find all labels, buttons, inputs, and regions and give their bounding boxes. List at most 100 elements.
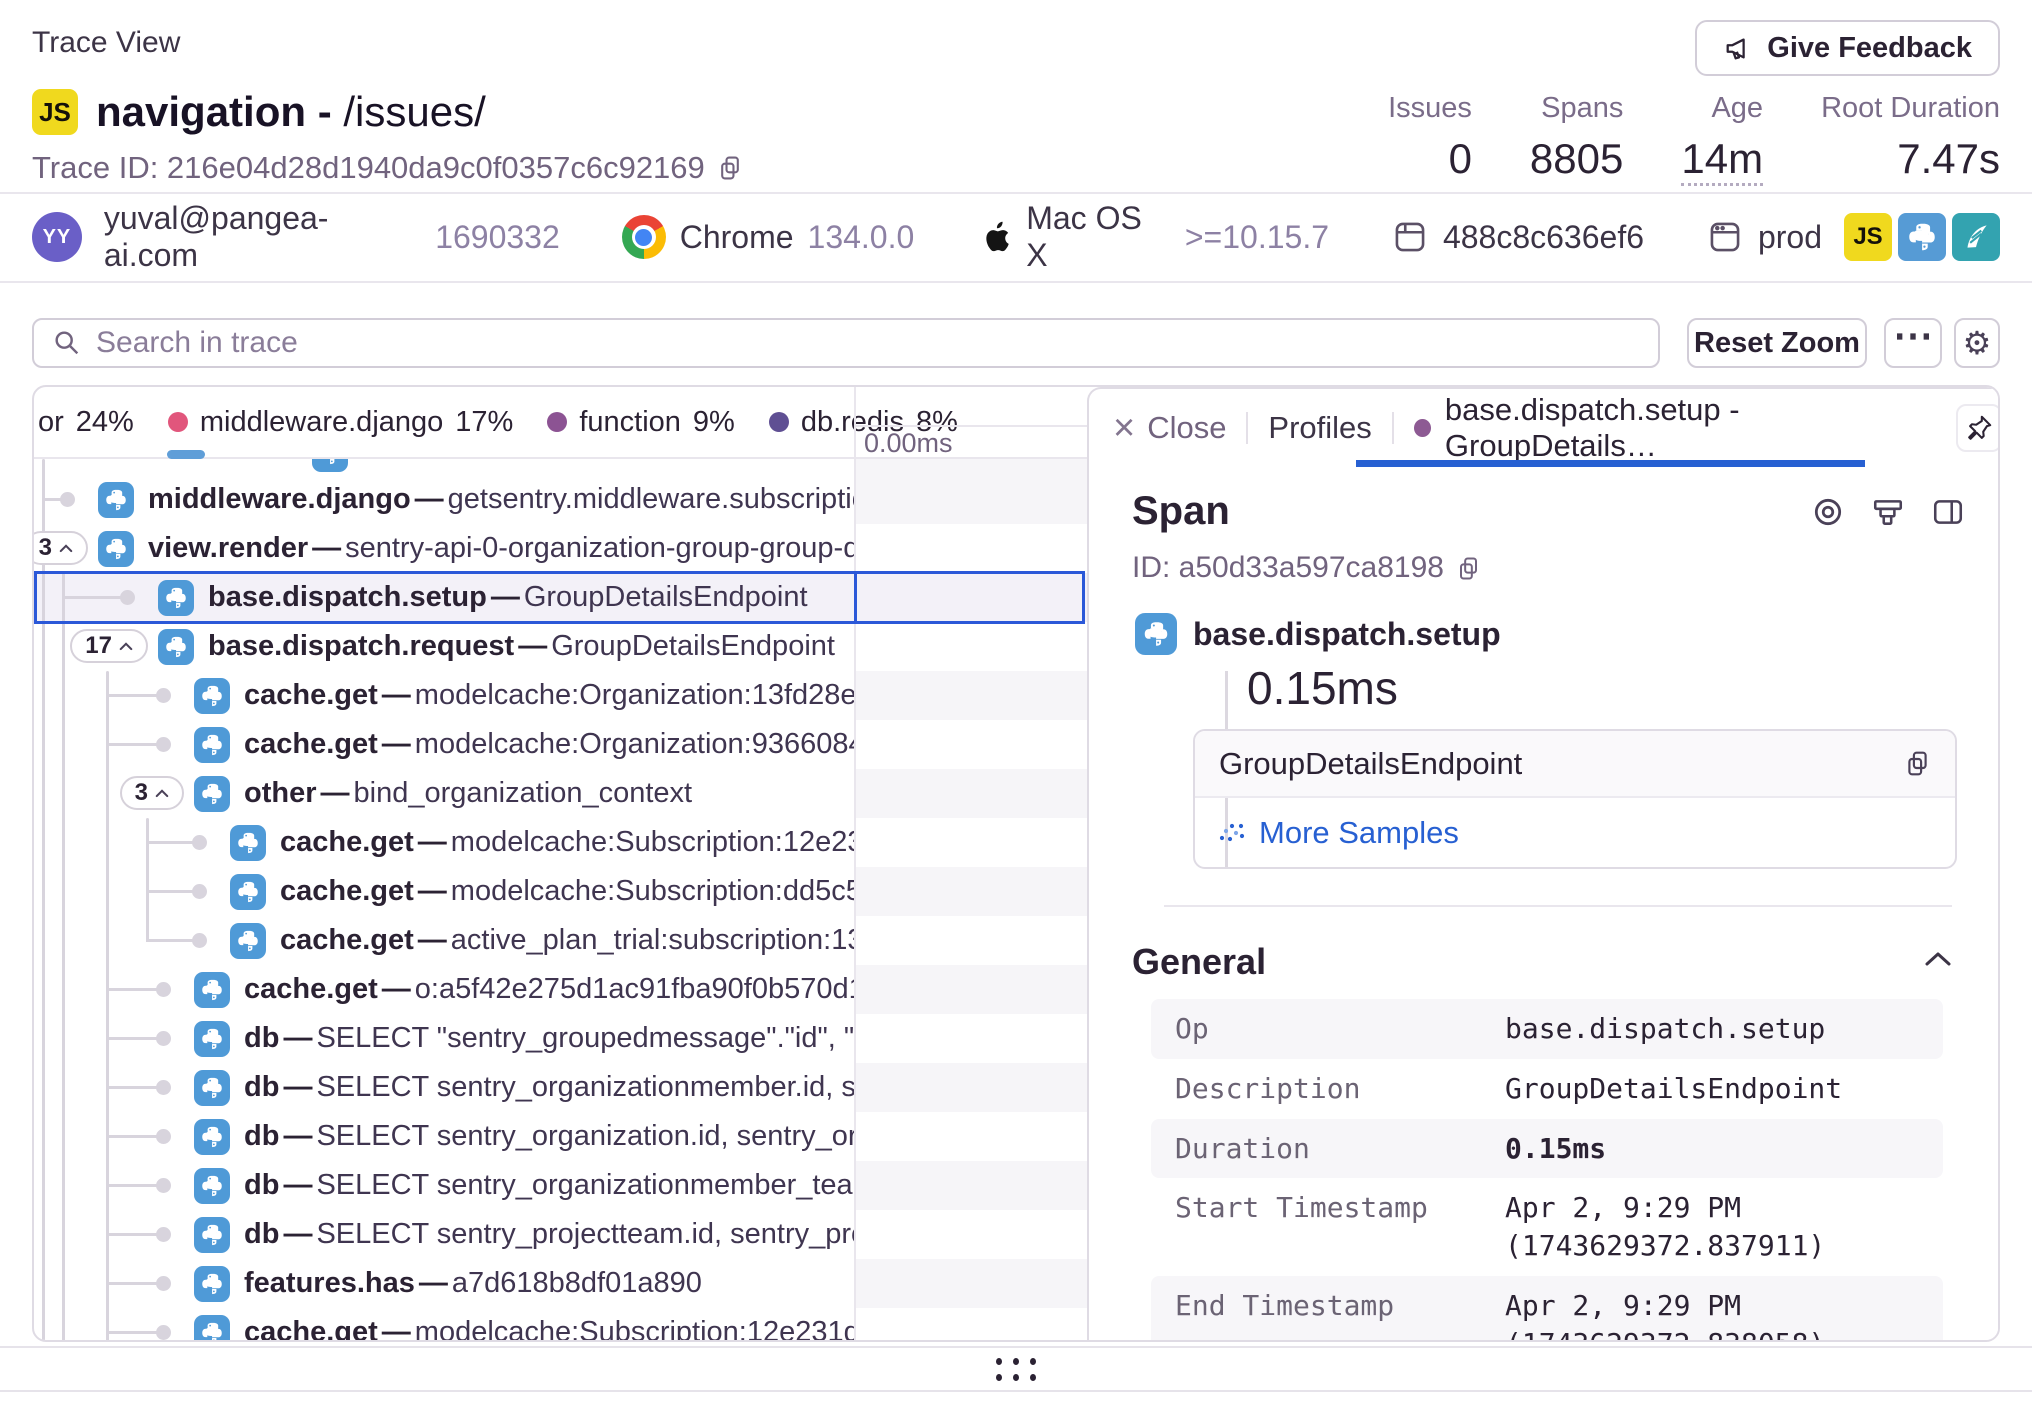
stat-value[interactable]: 14m: [1681, 135, 1763, 186]
separator: —: [419, 1267, 448, 1299]
tree-row[interactable]: cache.get—modelcache:Subscription:12e231…: [230, 818, 854, 867]
tree-row[interactable]: cache.get—modelcache:Organization:936608…: [194, 720, 854, 769]
legend-label: or: [38, 406, 64, 439]
copy-icon[interactable]: [1904, 749, 1931, 778]
tab-separator: [1246, 412, 1248, 444]
tree-row[interactable]: view.render—sentry-api-0-organization-gr…: [98, 524, 854, 573]
span-description: modelcache:Subscription:dd5c5b70: [451, 875, 854, 907]
span-op: db: [244, 1071, 279, 1103]
platform-icons: JS: [1844, 213, 2000, 261]
tree-row[interactable]: db—SELECT sentry_organizationmember.id, …: [194, 1063, 854, 1112]
expand-collapse-badge[interactable]: 3: [120, 776, 184, 810]
settings-button[interactable]: ⚙: [1954, 318, 2000, 368]
python-icon: [194, 678, 230, 714]
pin-tab-button[interactable]: [1956, 404, 2000, 452]
span-op: db: [244, 1022, 279, 1054]
tree-row[interactable]: cache.get—modelcache:Organization:13fd28…: [194, 671, 854, 720]
divider: [0, 192, 2032, 194]
legend-dot-icon: [547, 412, 567, 432]
trace-meta-row: YY yuval@pangea-ai.com 1690332 Chrome 13…: [32, 206, 2000, 268]
span-section-title: Span: [1132, 489, 1230, 534]
tree-row[interactable]: cache.get—modelcache:Subscription:12e231…: [194, 1308, 854, 1342]
tree-connector-dot: [192, 933, 207, 948]
user-email: yuval@pangea-ai.com 1690332: [104, 200, 560, 274]
give-feedback-button[interactable]: Give Feedback: [1695, 20, 2000, 76]
expand-collapse-badge[interactable]: 3: [34, 531, 88, 565]
python-icon: [230, 923, 266, 959]
tab-profiles[interactable]: Profiles: [1268, 410, 1371, 446]
time-axis-tick: 0.00ms: [864, 428, 953, 459]
span-op: db: [244, 1169, 279, 1201]
drawer-resize-bar[interactable]: [0, 1346, 2032, 1392]
tree-row[interactable]: cache.get—modelcache:Subscription:dd5c5b…: [230, 867, 854, 916]
general-value: Apr 2, 9:29 PM(1743629372.837911): [1505, 1189, 1825, 1265]
split-panel-icon[interactable]: [1931, 495, 1965, 529]
chevron-up-icon: [119, 641, 133, 651]
legend-item[interactable]: function9%: [547, 406, 735, 439]
span-description: modelcache:Organization:13fd28e9286d: [415, 679, 854, 711]
tree-row[interactable]: other—bind_organization_context: [194, 769, 854, 818]
stat-value: 8805: [1530, 135, 1623, 183]
separator: —: [418, 875, 447, 907]
reset-zoom-button[interactable]: Reset Zoom: [1687, 318, 1867, 368]
expand-collapse-badge[interactable]: 17: [70, 629, 148, 663]
close-drawer-button[interactable]: × Close: [1113, 409, 1226, 447]
badge-count: 3: [39, 534, 52, 562]
waterfall-row: [856, 1308, 1087, 1342]
span-description: modelcache:Organization:93660846b75: [415, 728, 854, 760]
copy-icon[interactable]: [717, 154, 743, 182]
legend-item[interactable]: or 24%: [38, 406, 134, 439]
horizontal-scrollbar-thumb[interactable]: [167, 450, 205, 459]
separator: —: [283, 1071, 312, 1103]
general-table: Opbase.dispatch.setupDescriptionGroupDet…: [1151, 999, 1943, 1342]
span-op: cache.get: [244, 973, 378, 1005]
tree-row[interactable]: base.dispatch.setup—GroupDetailsEndpoint: [158, 573, 854, 622]
tree-row[interactable]: db—SELECT "sentry_groupedmessage"."id", …: [194, 1014, 854, 1063]
tree-row[interactable]: db—SELECT sentry_organizationmember_team…: [194, 1161, 854, 1210]
tree-row[interactable]: base.dispatch.request—GroupDetailsEndpoi…: [158, 622, 854, 671]
close-icon: ×: [1113, 409, 1135, 447]
tree-row[interactable]: db—SELECT sentry_projectteam.id, sentry_…: [194, 1210, 854, 1259]
focus-target-icon[interactable]: [1811, 495, 1845, 529]
general-key: End Timestamp: [1175, 1287, 1505, 1322]
tree-connector-dot: [156, 1080, 171, 1095]
sample-card: GroupDetailsEndpoint More Samples: [1193, 729, 1957, 869]
python-icon: [194, 1021, 230, 1057]
span-op: cache.get: [280, 875, 414, 907]
tree-row[interactable]: cache.get—o:a5f42e275d1ac91fba90f0b570d1…: [194, 965, 854, 1014]
span-description: SELECT sentry_projectteam.id, sentry_pro…: [316, 1218, 854, 1250]
tree-row-label: db—SELECT sentry_organizationmember_team…: [244, 1169, 854, 1202]
span-description: bind_organization_context: [354, 777, 693, 809]
span-description: SELECT sentry_organization.id, sentry_or…: [316, 1120, 854, 1152]
collapse-section-button[interactable]: [1925, 951, 1951, 967]
flamegraph-icon[interactable]: [1871, 495, 1905, 529]
separator: —: [491, 581, 520, 613]
section-divider: [1164, 905, 1952, 907]
legend-pct: 24%: [76, 406, 134, 439]
span-op: cache.get: [244, 728, 378, 760]
javascript-platform-icon: JS: [32, 89, 78, 135]
more-samples-link[interactable]: More Samples: [1259, 815, 1459, 851]
overflow-menu-button[interactable]: ⋯: [1884, 318, 1942, 368]
tree-row[interactable]: db—SELECT sentry_organization.id, sentry…: [194, 1112, 854, 1161]
tree-row-label: middleware.django—getsentry.middleware.s…: [148, 483, 854, 516]
tree-row[interactable]: features.has—a7d618b8df01a890: [194, 1259, 854, 1308]
python-icon: [194, 1168, 230, 1204]
tree-row[interactable]: cache.get—active_plan_trial:subscription…: [230, 916, 854, 965]
tree-row[interactable]: middleware.django—getsentry.middleware.s…: [98, 475, 854, 524]
os-info: Mac OS X >=10.15.7: [976, 200, 1329, 274]
tree-connector-dot: [156, 737, 171, 752]
legend-item[interactable]: middleware.django17%: [168, 406, 513, 439]
waterfall-row: [856, 1259, 1087, 1308]
copy-icon[interactable]: [1456, 555, 1481, 582]
span-op: view.render: [148, 532, 308, 564]
span-tree: middleware.django—getsentry.middleware.s…: [34, 459, 1087, 1342]
tree-row-label: db—SELECT sentry_projectteam.id, sentry_…: [244, 1218, 854, 1251]
tree-connector-dot: [156, 688, 171, 703]
search-input[interactable]: [96, 326, 1640, 360]
separator: —: [382, 728, 411, 760]
tree-row-partial: [312, 459, 348, 474]
divider: [0, 281, 2032, 283]
tree-guide-line: [42, 459, 45, 1342]
tab-span-details[interactable]: base.dispatch.setup - GroupDetails…: [1414, 392, 2000, 464]
